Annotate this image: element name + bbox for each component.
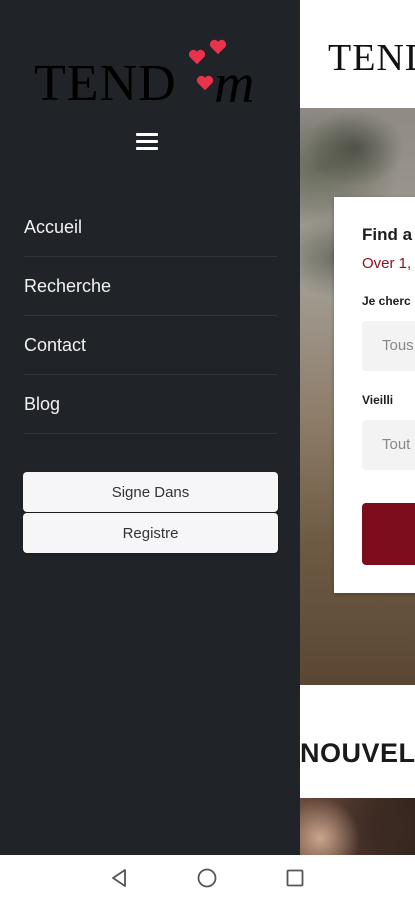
register-label: Registre — [122, 525, 179, 542]
age-label: Vieilli — [362, 393, 394, 407]
nav-item-label: Accueil — [24, 217, 83, 237]
nav-item-contact[interactable]: Contact — [24, 316, 277, 375]
section-title: NOUVEL — [300, 738, 415, 768]
looking-for-select[interactable]: Tous — [362, 321, 415, 371]
nav-item-label: Recherche — [24, 276, 112, 296]
search-card: Find a Over 1, Je cherc Tous Vieilli Tou… — [334, 197, 415, 593]
back-triangle-icon[interactable] — [108, 867, 130, 889]
navigation-drawer: TEND m Accueil Recherche Contact Blog Si… — [0, 0, 300, 855]
heart-icon — [196, 75, 214, 91]
register-button[interactable]: Registre — [23, 513, 278, 553]
age-value: Tout — [382, 436, 411, 453]
recents-square-icon[interactable] — [284, 867, 306, 889]
looking-for-value: Tous — [382, 337, 414, 354]
nav-item-blog[interactable]: Blog — [24, 375, 277, 434]
home-circle-icon[interactable] — [196, 867, 218, 889]
hamburger-icon[interactable] — [136, 133, 158, 151]
nav-item-label: Contact — [24, 335, 87, 355]
sign-in-button[interactable]: Signe Dans — [23, 472, 278, 512]
heart-icon — [188, 49, 206, 65]
nav-item-recherche[interactable]: Recherche — [24, 257, 277, 316]
heart-icon — [209, 39, 227, 55]
looking-for-label: Je cherc — [362, 294, 411, 308]
system-nav-bar — [0, 855, 415, 900]
drawer-logo[interactable]: TEND m — [34, 34, 274, 115]
age-select[interactable]: Tout — [362, 420, 415, 470]
search-button[interactable] — [362, 503, 415, 565]
nav-item-label: Blog — [24, 394, 61, 414]
nav-item-accueil[interactable]: Accueil — [24, 198, 277, 257]
page-logo[interactable]: TEND — [328, 36, 415, 80]
search-card-title: Find a — [362, 225, 413, 244]
sign-in-label: Signe Dans — [111, 484, 190, 501]
logo-script-letter: m — [214, 53, 255, 115]
profile-photo[interactable] — [300, 798, 415, 855]
search-card-subtitle: Over 1, — [362, 255, 412, 272]
drawer-nav: Accueil Recherche Contact Blog — [24, 198, 277, 434]
logo-text: TEND — [34, 55, 177, 112]
